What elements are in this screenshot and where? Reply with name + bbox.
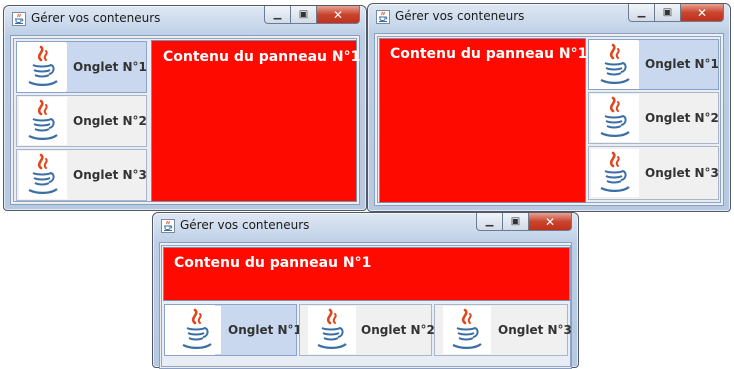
minimize-icon: ▁	[273, 9, 282, 20]
window-title: Gérer vos conteneurs	[395, 9, 525, 23]
content-area: Contenu du panneau N°1 Onglet N°1 Onglet…	[374, 33, 724, 206]
java-icon	[19, 97, 67, 145]
content-panel: Contenu du panneau N°1	[163, 247, 570, 301]
maximize-icon: ▣	[662, 7, 673, 18]
tab-label: Onglet N°2	[73, 114, 147, 128]
maximize-icon: ▣	[510, 216, 521, 227]
tabbed-pane: Contenu du panneau N°1 Onglet N°1 Onglet…	[161, 245, 572, 367]
tab-onglet-2[interactable]: Onglet N°2	[299, 304, 435, 356]
tabbed-pane: Onglet N°1 Onglet N°2 Onglet N°3 Contenu…	[13, 38, 361, 202]
window-right-tabs: Gérer vos conteneurs ▁ ▣ ✕ Contenu du pa…	[367, 3, 731, 212]
window-title: Gérer vos conteneurs	[31, 11, 161, 25]
maximize-button[interactable]: ▣	[290, 6, 317, 24]
title-bar[interactable]: Gérer vos conteneurs ▁ ▣ ✕	[4, 6, 366, 32]
panel-text: Contenu du panneau N°1	[390, 46, 588, 62]
title-bar[interactable]: Gérer vos conteneurs ▁ ▣ ✕	[368, 4, 730, 30]
content-panel: Contenu du panneau N°1	[151, 40, 361, 202]
close-icon: ✕	[544, 214, 556, 229]
tab-label: Onglet N°2	[361, 323, 435, 337]
close-button[interactable]: ✕	[316, 6, 360, 24]
tab-onglet-3[interactable]: Onglet N°3	[434, 304, 572, 356]
window-bottom-tabs: Gérer vos conteneurs ▁ ▣ ✕ Contenu du pa…	[152, 212, 579, 369]
content-panel: Contenu du panneau N°1	[379, 38, 588, 203]
java-icon	[19, 151, 67, 199]
tab-label: Onglet N°3	[645, 166, 719, 180]
close-button[interactable]: ✕	[528, 213, 572, 231]
minimize-button[interactable]: ▁	[264, 6, 291, 24]
close-icon: ✕	[696, 5, 708, 20]
tab-onglet-3[interactable]: Onglet N°3	[588, 146, 719, 200]
tab-onglet-1[interactable]: Onglet N°1	[16, 41, 147, 93]
java-icon	[308, 306, 356, 354]
java-icon	[591, 94, 639, 142]
tab-label: Onglet N°1	[228, 323, 302, 337]
tab-onglet-1[interactable]: Onglet N°1	[164, 304, 302, 356]
maximize-icon: ▣	[298, 9, 309, 20]
tab-onglet-2[interactable]: Onglet N°2	[16, 95, 147, 147]
tab-label: Onglet N°1	[645, 57, 719, 71]
tab-label: Onglet N°2	[645, 111, 719, 125]
minimize-button[interactable]: ▁	[628, 4, 655, 22]
close-button[interactable]: ✕	[680, 4, 724, 22]
tab-onglet-1[interactable]: Onglet N°1	[588, 39, 719, 90]
maximize-button[interactable]: ▣	[654, 4, 681, 22]
tabbed-pane: Contenu du panneau N°1 Onglet N°1 Onglet…	[377, 36, 721, 203]
close-icon: ✕	[332, 7, 344, 22]
java-icon	[173, 306, 221, 354]
minimize-button[interactable]: ▁	[476, 213, 503, 231]
java-icon	[591, 41, 639, 89]
content-area: Contenu du panneau N°1 Onglet N°1 Onglet…	[159, 242, 572, 369]
tab-onglet-2[interactable]: Onglet N°2	[588, 92, 719, 144]
java-icon	[443, 306, 491, 354]
java-app-icon	[12, 12, 26, 26]
tab-onglet-3[interactable]: Onglet N°3	[16, 149, 147, 201]
java-icon	[19, 43, 67, 91]
maximize-button[interactable]: ▣	[502, 213, 529, 231]
tab-label: Onglet N°1	[73, 60, 147, 74]
window-title: Gérer vos conteneurs	[180, 218, 310, 232]
content-area: Onglet N°1 Onglet N°2 Onglet N°3 Contenu…	[10, 35, 360, 205]
title-bar[interactable]: Gérer vos conteneurs ▁ ▣ ✕	[153, 213, 578, 239]
minimize-icon: ▁	[637, 7, 646, 18]
panel-text: Contenu du panneau N°1	[163, 49, 361, 65]
java-icon	[591, 149, 639, 197]
tab-label: Onglet N°3	[73, 168, 147, 182]
minimize-icon: ▁	[485, 216, 494, 227]
panel-text: Contenu du panneau N°1	[174, 255, 372, 271]
java-app-icon	[376, 10, 390, 24]
window-left-tabs: Gérer vos conteneurs ▁ ▣ ✕ Onglet N°1 On…	[3, 5, 367, 211]
tab-label: Onglet N°3	[498, 323, 572, 337]
java-app-icon	[161, 219, 175, 233]
